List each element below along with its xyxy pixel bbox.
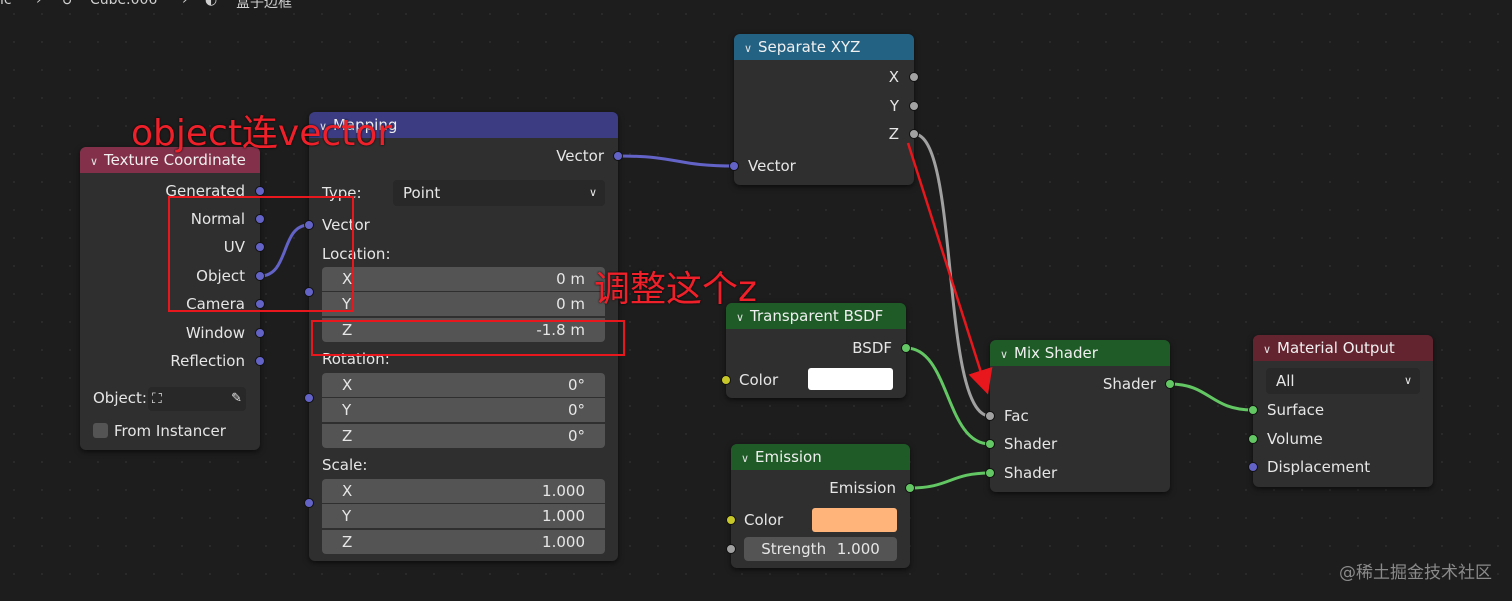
watermark: @稀土掘金技术社区 bbox=[1339, 563, 1492, 583]
arrow-z-to-fac bbox=[906, 142, 993, 395]
annotation-arrow bbox=[906, 142, 993, 395]
